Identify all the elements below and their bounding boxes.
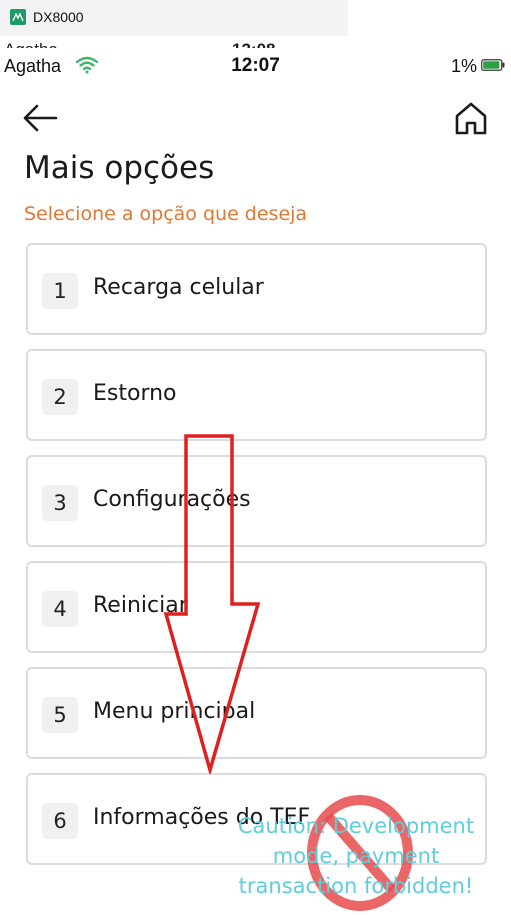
window-title: DX8000 xyxy=(33,9,84,25)
option-label: Configurações xyxy=(93,487,251,512)
app-icon xyxy=(10,9,26,25)
option-menu-principal[interactable]: 5 Menu principal xyxy=(26,667,487,759)
window-titlebar: DX8000 xyxy=(0,0,348,36)
page-title: Mais opções xyxy=(24,150,215,186)
option-label: Recarga celular xyxy=(93,275,264,300)
battery-percent: 1% xyxy=(450,56,477,76)
page-subtitle: Selecione a opção que deseja xyxy=(24,203,308,225)
home-button[interactable] xyxy=(451,98,491,138)
option-configuracoes[interactable]: 3 Configurações xyxy=(26,455,487,547)
option-number: 6 xyxy=(42,803,78,839)
option-recarga-celular[interactable]: 1 Recarga celular xyxy=(26,243,487,335)
option-label: Reiniciar xyxy=(93,593,188,618)
option-label: Menu principal xyxy=(93,699,256,724)
options-list: 1 Recarga celular 2 Estorno 3 Configuraç… xyxy=(26,243,487,879)
option-number: 3 xyxy=(42,485,78,521)
option-informacoes-tef[interactable]: 6 Informações do TEF xyxy=(26,773,487,865)
battery-icon xyxy=(481,59,505,71)
top-navigation xyxy=(0,96,511,140)
status-time: 12:07 xyxy=(231,55,280,76)
option-label: Informações do TEF xyxy=(93,805,311,830)
option-estorno[interactable]: 2 Estorno xyxy=(26,349,487,441)
option-number: 1 xyxy=(42,273,78,309)
back-button[interactable] xyxy=(20,98,62,138)
arrow-left-icon xyxy=(23,104,58,132)
ghost-time: 12:08 xyxy=(232,40,275,48)
ghost-carrier: Agatha xyxy=(4,40,58,48)
option-reiniciar[interactable]: 4 Reiniciar xyxy=(26,561,487,653)
ghost-status-bar: Agatha 12:08 xyxy=(0,36,511,48)
option-number: 5 xyxy=(42,697,78,733)
option-number: 4 xyxy=(42,591,78,627)
option-label: Estorno xyxy=(93,381,177,406)
status-bar: Agatha 12:07 1% xyxy=(0,48,511,84)
home-icon xyxy=(455,102,487,135)
option-number: 2 xyxy=(42,379,78,415)
